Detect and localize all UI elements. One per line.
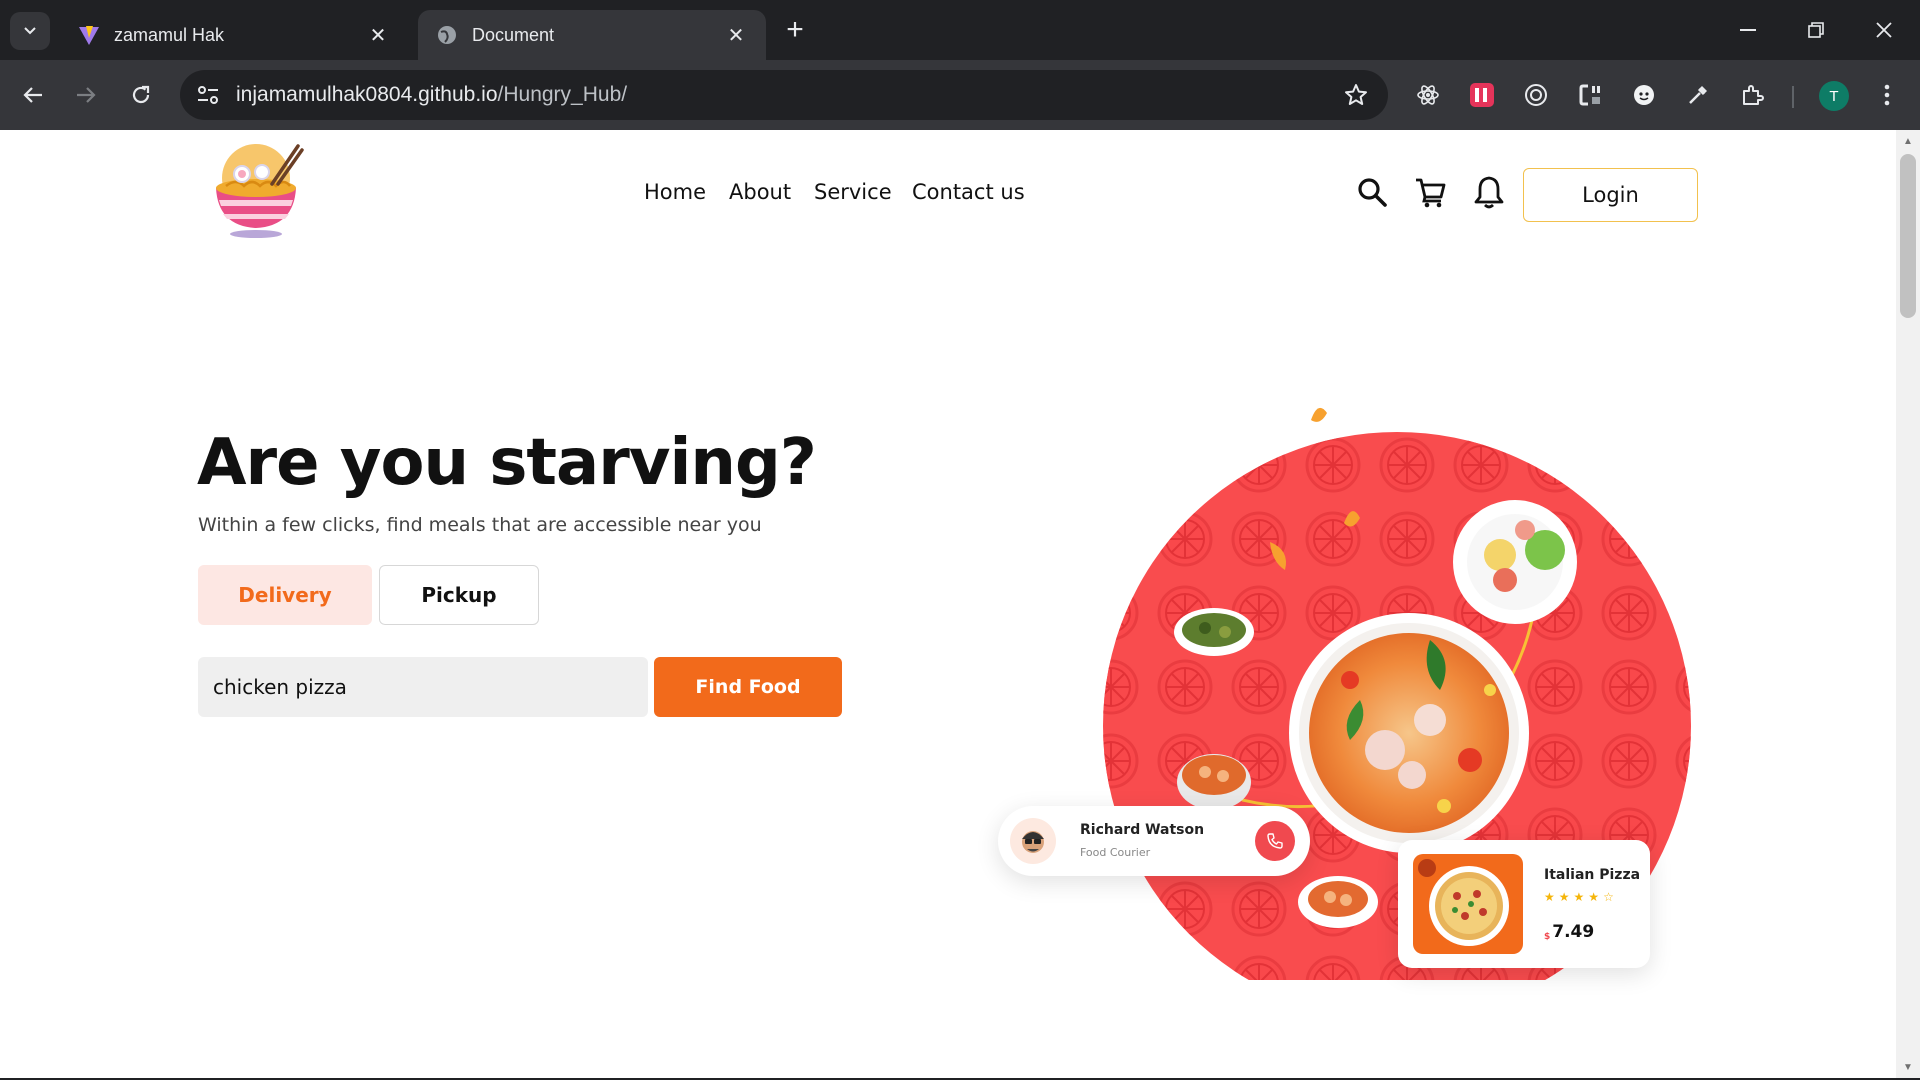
- nav-service[interactable]: Service: [814, 180, 892, 204]
- courier-card: Richard Watson Food Courier: [998, 806, 1310, 876]
- browser-tab-strip: zamamul Hak ✕ Document ✕ +: [0, 0, 1920, 60]
- extensions-puzzle-icon[interactable]: [1732, 75, 1772, 115]
- tab-title: Document: [472, 24, 555, 45]
- browser-tab-active[interactable]: Document ✕: [418, 10, 766, 60]
- react-devtools-icon[interactable]: [1408, 75, 1448, 115]
- extension-target-icon[interactable]: [1516, 75, 1556, 115]
- url-path: /Hungry_Hub/: [497, 83, 628, 106]
- call-courier-button[interactable]: [1255, 821, 1295, 861]
- nav-about[interactable]: About: [729, 180, 791, 204]
- chevron-down-icon: [24, 27, 36, 35]
- minimize-icon: [1740, 29, 1756, 31]
- color-picker-icon[interactable]: [1678, 75, 1718, 115]
- extension-red-icon[interactable]: [1462, 75, 1502, 115]
- cart-icon: [1416, 178, 1446, 208]
- page-viewport: Home About Service Contact us Login Are …: [0, 130, 1896, 1078]
- phone-icon: [1267, 833, 1283, 849]
- courier-name: Richard Watson: [1080, 822, 1205, 838]
- courier-avatar: [1010, 818, 1056, 864]
- tab-search-button[interactable]: [10, 12, 50, 50]
- star-filled-icon: ★: [1544, 890, 1559, 904]
- restore-button[interactable]: [1784, 8, 1848, 52]
- login-button[interactable]: Login: [1523, 168, 1698, 222]
- close-tab-icon[interactable]: ✕: [366, 23, 390, 47]
- browser-tab[interactable]: zamamul Hak ✕: [60, 10, 408, 60]
- scrollbar-thumb[interactable]: [1900, 154, 1916, 318]
- close-tab-icon[interactable]: ✕: [724, 23, 748, 47]
- browser-toolbar: injamamulhak0804.github.io/Hungry_Hub/ T: [0, 60, 1920, 130]
- search-icon: [1358, 178, 1387, 207]
- star-filled-icon: ★: [1558, 890, 1574, 904]
- star-filled-icon: ★: [1588, 890, 1604, 904]
- pizza-image: [1413, 854, 1523, 954]
- pizza-picture: [1413, 854, 1523, 954]
- minimize-button[interactable]: [1716, 8, 1780, 52]
- notifications-button[interactable]: [1471, 174, 1507, 210]
- noodle-bowl-logo-icon: [216, 144, 304, 238]
- url-text: injamamulhak0804.github.io/Hungry_Hub/: [236, 83, 627, 107]
- close-window-button[interactable]: [1852, 8, 1916, 52]
- courier-face-icon: [1022, 831, 1044, 853]
- tab-title: zamamul Hak: [114, 24, 225, 45]
- reload-icon: [132, 85, 150, 104]
- url-host: injamamulhak0804.github.io: [236, 83, 498, 106]
- pizza-name: Italian Pizza: [1544, 867, 1641, 883]
- search-button[interactable]: [1354, 174, 1390, 210]
- cart-button[interactable]: [1412, 174, 1448, 210]
- hungry-hub-logo[interactable]: [212, 140, 304, 240]
- nav-contact[interactable]: Contact us: [912, 180, 1025, 204]
- arrow-right-icon: [77, 87, 96, 103]
- hero-headline: Are you starving?: [197, 426, 817, 500]
- forward-button[interactable]: [64, 73, 108, 117]
- extension-css-icon[interactable]: [1570, 75, 1610, 115]
- pizza-card[interactable]: Italian Pizza ★★★★☆ $7.49: [1398, 840, 1650, 968]
- toolbar-separator: [1792, 86, 1794, 108]
- site-settings-icon[interactable]: [186, 73, 230, 117]
- pickup-tab[interactable]: Pickup: [379, 565, 539, 625]
- scroll-up-arrow[interactable]: ▲: [1900, 136, 1916, 152]
- nav-home[interactable]: Home: [644, 180, 706, 204]
- delivery-tab[interactable]: Delivery: [198, 565, 372, 625]
- globe-icon: [436, 24, 458, 46]
- vite-logo-icon: [78, 24, 100, 46]
- bell-icon: [1474, 176, 1504, 209]
- close-icon: [1876, 22, 1892, 38]
- back-button[interactable]: [11, 73, 55, 117]
- address-bar[interactable]: injamamulhak0804.github.io/Hungry_Hub/: [180, 70, 1388, 120]
- pizza-price: $7.49: [1544, 922, 1594, 942]
- price-value: 7.49: [1552, 922, 1595, 942]
- pizza-rating: ★★★★☆: [1544, 890, 1618, 904]
- new-tab-button[interactable]: +: [778, 14, 812, 48]
- kebab-menu-icon[interactable]: [1867, 75, 1907, 115]
- find-food-button[interactable]: Find Food: [654, 657, 842, 717]
- price-currency: $: [1544, 932, 1551, 942]
- reload-button[interactable]: [119, 73, 163, 117]
- hero-subheadline: Within a few clicks, find meals that are…: [198, 514, 762, 536]
- courier-role: Food Courier: [1080, 846, 1151, 859]
- star-filled-icon: ★: [1573, 890, 1589, 904]
- extension-face-icon[interactable]: [1624, 75, 1664, 115]
- food-search-input[interactable]: [198, 657, 648, 717]
- arrow-left-icon: [23, 87, 42, 103]
- restore-icon: [1808, 22, 1824, 38]
- bookmark-star-icon[interactable]: [1336, 75, 1376, 115]
- profile-avatar[interactable]: T: [1819, 81, 1849, 111]
- star-empty-icon: ☆: [1603, 890, 1618, 904]
- scroll-down-arrow[interactable]: ▼: [1900, 1062, 1916, 1078]
